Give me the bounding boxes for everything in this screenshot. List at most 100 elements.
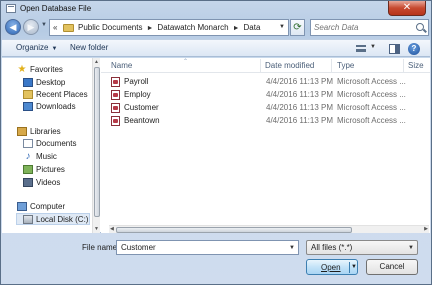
file-date: 4/4/2016 11:13 PM xyxy=(266,77,334,86)
desktop-icon xyxy=(23,78,33,87)
file-name: Customer xyxy=(124,103,159,112)
address-bar[interactable]: « Public Documents ► Datawatch Monarch ► Dat… xyxy=(49,19,289,36)
breadcrumb-datawatch-monarch[interactable]: Datawatch Monarch xyxy=(157,23,228,32)
folder-icon xyxy=(63,24,74,32)
file-type: Microsoft Access ... xyxy=(337,90,406,99)
back-button[interactable]: ◀ xyxy=(5,19,21,35)
nav-local-disk[interactable]: Local Disk (C:) xyxy=(16,213,90,225)
preview-pane-icon[interactable] xyxy=(389,44,400,54)
scroll-left-icon[interactable]: ◀ xyxy=(110,226,114,232)
breadcrumb-public-documents[interactable]: Public Documents xyxy=(78,23,142,32)
recent-pages-dropdown-icon[interactable]: ▼ xyxy=(41,22,47,28)
file-row[interactable]: Customer 4/4/2016 11:13 PM Microsoft Acc… xyxy=(109,101,427,114)
open-options-dropdown-icon[interactable]: ▼ xyxy=(351,264,357,270)
recent-places-icon xyxy=(23,90,33,99)
access-database-file-icon xyxy=(111,116,120,126)
nav-computer-label: Computer xyxy=(30,202,66,211)
file-row[interactable]: Payroll 4/4/2016 11:13 PM Microsoft Acce… xyxy=(109,75,427,88)
column-divider[interactable] xyxy=(260,59,261,72)
nav-recent-places-label: Recent Places xyxy=(36,90,88,99)
search-input[interactable] xyxy=(314,22,410,33)
horizontal-scrollbar[interactable]: ◀ ▶ xyxy=(109,225,429,233)
column-type[interactable]: Type xyxy=(337,61,354,70)
pictures-icon xyxy=(23,165,33,174)
close-button[interactable]: ✕ xyxy=(388,1,426,16)
nav-favorites-label: Favorites xyxy=(30,65,63,74)
file-type-value: All files (*.*) xyxy=(311,243,353,252)
access-database-file-icon xyxy=(111,77,120,87)
file-type: Microsoft Access ... xyxy=(337,116,406,125)
access-database-file-icon xyxy=(111,90,120,100)
column-header-row: Name ⌃ Date modified Type Size xyxy=(101,58,430,73)
title-bar: Open Database File ✕ xyxy=(1,1,431,17)
scroll-right-icon[interactable]: ▶ xyxy=(424,226,428,232)
search-icon[interactable] xyxy=(416,23,424,31)
scrollbar-thumb[interactable] xyxy=(116,227,352,233)
address-overflow-icon[interactable]: « xyxy=(53,23,57,32)
nav-desktop[interactable]: Desktop xyxy=(2,77,90,89)
window-title: Open Database File xyxy=(20,4,92,13)
search-box[interactable] xyxy=(310,19,429,36)
browser-panes: ★ Favorites Desktop Recent Places Downlo… xyxy=(2,58,430,233)
chevron-down-icon[interactable]: ▼ xyxy=(408,245,414,251)
column-divider[interactable] xyxy=(331,59,332,72)
forward-button[interactable]: ▶ xyxy=(23,19,39,35)
nav-local-disk-label: Local Disk (C:) xyxy=(36,215,89,224)
chevron-down-icon[interactable]: ▼ xyxy=(289,245,295,251)
file-row[interactable]: Employ 4/4/2016 11:13 PM Microsoft Acces… xyxy=(109,88,427,101)
file-type-select[interactable]: All files (*.*) ▼ xyxy=(306,240,418,255)
nav-libraries-label: Libraries xyxy=(30,127,61,136)
star-icon: ★ xyxy=(17,64,27,75)
file-date: 4/4/2016 11:13 PM xyxy=(266,103,334,112)
file-name-combobox[interactable]: Customer ▼ xyxy=(116,240,299,255)
libraries-icon xyxy=(17,127,27,136)
file-name: Payroll xyxy=(124,77,149,86)
scrollbar-thumb[interactable] xyxy=(94,67,100,217)
organize-button[interactable]: Organize ▼ xyxy=(16,43,57,52)
column-size[interactable]: Size xyxy=(408,61,424,70)
breadcrumb: Public Documents ► Datawatch Monarch ► Data xyxy=(78,23,260,32)
nav-pictures[interactable]: Pictures xyxy=(2,164,90,176)
file-name: Beantown xyxy=(124,116,160,125)
nav-documents[interactable]: Documents xyxy=(2,138,90,150)
sort-indicator-icon: ⌃ xyxy=(183,59,189,65)
file-type: Microsoft Access ... xyxy=(337,103,406,112)
access-database-file-icon xyxy=(111,103,120,113)
help-icon[interactable]: ? xyxy=(408,43,420,55)
breadcrumb-separator-icon[interactable]: ► xyxy=(233,25,240,32)
scroll-down-icon[interactable]: ▼ xyxy=(94,226,99,232)
refresh-button[interactable]: ⟳ xyxy=(290,19,305,36)
downloads-icon xyxy=(23,102,33,111)
breadcrumb-separator-icon[interactable]: ► xyxy=(146,25,153,32)
command-toolbar: Organize ▼ New folder ▼ ? xyxy=(2,39,430,57)
view-options-dropdown-icon[interactable]: ▼ xyxy=(370,44,376,50)
cancel-button[interactable]: Cancel xyxy=(366,259,418,275)
new-folder-button[interactable]: New folder xyxy=(70,43,108,52)
open-button[interactable]: Open ▼ xyxy=(306,259,358,275)
file-row[interactable]: Beantown 4/4/2016 11:13 PM Microsoft Acc… xyxy=(109,114,427,127)
nav-music-label: Music xyxy=(36,152,57,161)
file-name-input[interactable]: Customer xyxy=(121,243,156,252)
nav-favorites[interactable]: ★ Favorites xyxy=(2,64,90,76)
organize-label: Organize xyxy=(16,43,49,52)
file-date: 4/4/2016 11:13 PM xyxy=(266,116,334,125)
file-date: 4/4/2016 11:13 PM xyxy=(266,90,334,99)
nav-downloads[interactable]: Downloads xyxy=(2,101,90,113)
column-divider[interactable] xyxy=(403,59,404,72)
nav-computer[interactable]: Computer xyxy=(2,201,90,213)
nav-videos[interactable]: Videos xyxy=(2,177,90,189)
chevron-down-icon: ▼ xyxy=(51,46,58,52)
change-view-icon[interactable] xyxy=(356,45,366,52)
scroll-up-icon[interactable]: ▲ xyxy=(94,59,99,65)
open-database-dialog: Open Database File ✕ ◀ ▶ ▼ « Public Docu… xyxy=(0,0,432,285)
column-name[interactable]: Name xyxy=(111,61,132,70)
column-date-modified[interactable]: Date modified xyxy=(265,61,314,70)
nav-libraries[interactable]: Libraries xyxy=(2,126,90,138)
nav-downloads-label: Downloads xyxy=(36,102,76,111)
navigation-scrollbar[interactable]: ▲ ▼ xyxy=(92,58,100,233)
nav-music[interactable]: ♪ Music xyxy=(2,151,90,163)
address-dropdown-icon[interactable]: ▼ xyxy=(279,24,285,30)
breadcrumb-data[interactable]: Data xyxy=(244,23,261,32)
nav-recent-places[interactable]: Recent Places xyxy=(2,89,90,101)
open-button-label: Open xyxy=(321,263,341,272)
